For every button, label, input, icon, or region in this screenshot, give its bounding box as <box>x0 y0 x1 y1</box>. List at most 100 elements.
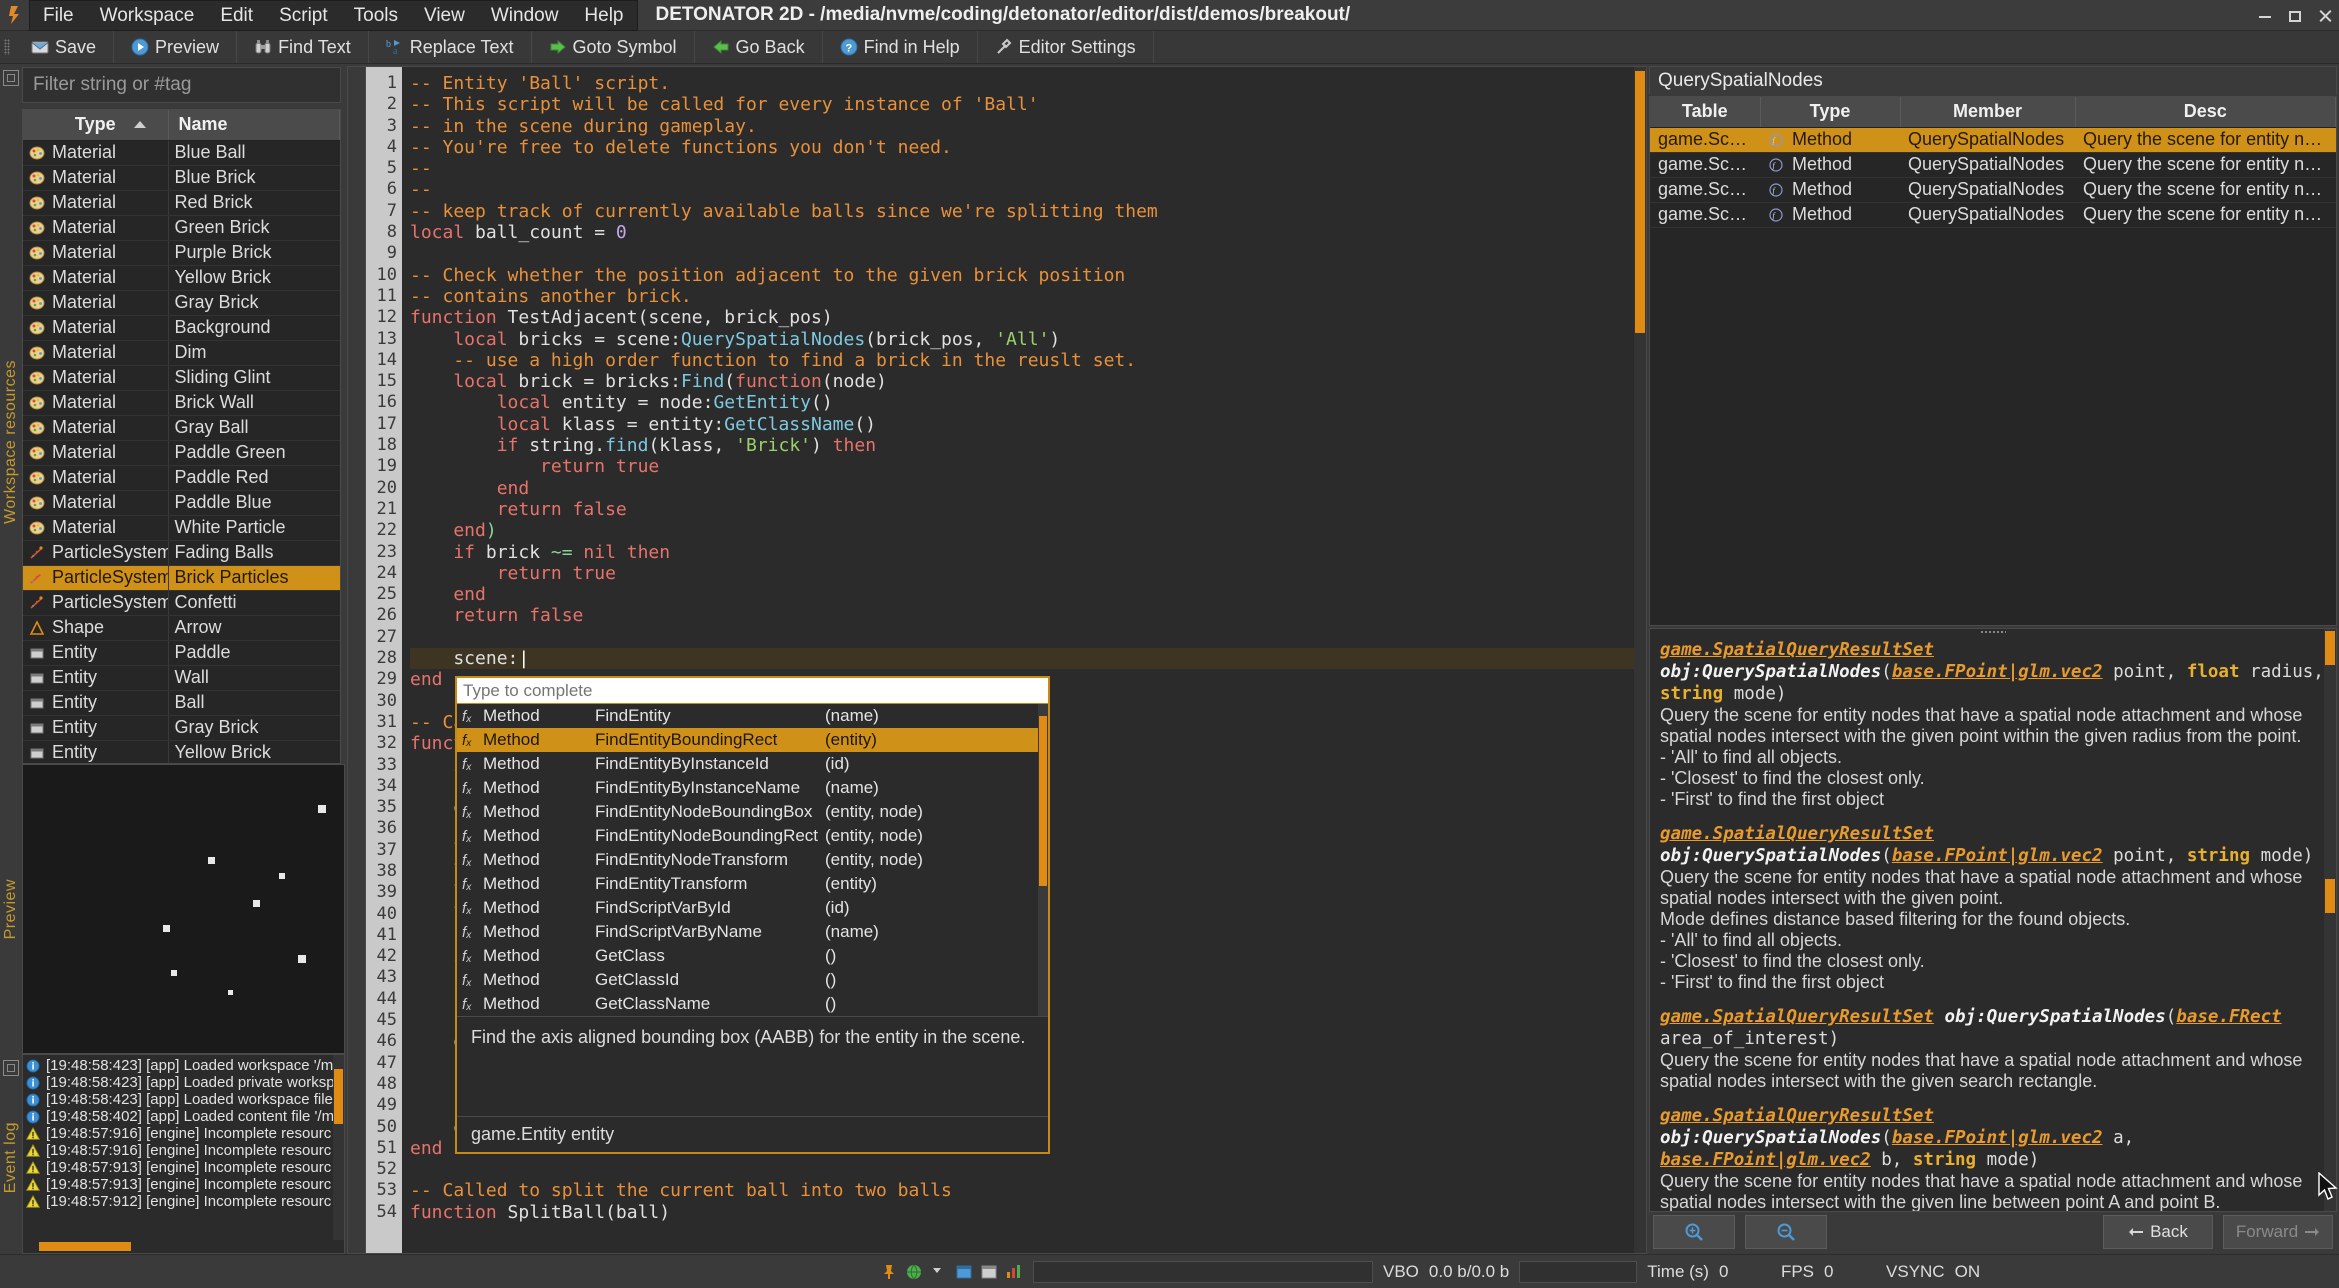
table-row[interactable]: MaterialBackground <box>23 315 340 340</box>
editor-settings-button[interactable]: Editor Settings <box>978 31 1154 63</box>
autocomplete-item[interactable]: fₓMethodFindEntityNodeBoundingBox(entity… <box>457 800 1048 824</box>
autocomplete-list[interactable]: fₓMethodFindEntity(name)fₓMethodFindEnti… <box>457 704 1048 1016</box>
autocomplete-input-box[interactable] <box>457 678 1048 704</box>
menu-file[interactable]: File <box>30 1 87 30</box>
save-button[interactable]: Save <box>14 31 114 63</box>
table-row[interactable]: MaterialBlue Ball <box>23 140 340 165</box>
autocomplete-item[interactable]: fₓMethodFindEntityByInstanceName(name) <box>457 776 1048 800</box>
autocomplete-scrollbar[interactable] <box>1038 704 1048 1016</box>
list-item[interactable]: [19:48:57:913] [engine] Incomplete resou… <box>23 1159 344 1176</box>
filter-input[interactable] <box>33 74 330 96</box>
documentation-vertical-scrollbar[interactable] <box>2324 629 2336 1211</box>
preview-button[interactable]: Preview <box>114 31 237 63</box>
table-row[interactable]: ShapeArrow <box>23 615 340 640</box>
table-row[interactable]: MaterialPaddle Red <box>23 465 340 490</box>
menu-workspace[interactable]: Workspace <box>87 1 208 30</box>
list-item[interactable]: [19:48:58:423] [app] Loaded workspace '/… <box>23 1057 344 1074</box>
goto-symbol-button[interactable]: Goto Symbol <box>532 31 695 63</box>
menu-script[interactable]: Script <box>266 1 341 30</box>
autocomplete-item[interactable]: fₓMethodFindScriptVarByName(name) <box>457 920 1048 944</box>
dock-log-icon[interactable] <box>3 1060 19 1076</box>
globe-icon[interactable] <box>905 1263 923 1281</box>
table-row[interactable]: EntityPaddle <box>23 640 340 665</box>
autocomplete-popup[interactable]: fₓMethodFindEntity(name)fₓMethodFindEnti… <box>455 676 1050 1154</box>
table-row[interactable]: MaterialSliding Glint <box>23 365 340 390</box>
table-row[interactable]: MaterialGray Ball <box>23 415 340 440</box>
table-row[interactable]: EntityBall <box>23 690 340 715</box>
replace-text-button[interactable]: b a Replace Text <box>369 31 532 63</box>
zoom-out-button[interactable] <box>1745 1215 1827 1249</box>
autocomplete-item[interactable]: fₓMethodFindScriptVarById(id) <box>457 896 1048 920</box>
panel-resize-handle[interactable] <box>1980 630 2006 635</box>
window-gray-icon[interactable] <box>980 1263 998 1281</box>
list-item[interactable]: [19:48:57:916] [engine] Incomplete resou… <box>23 1125 344 1142</box>
column-header-type[interactable]: Type <box>23 110 168 140</box>
go-back-button[interactable]: Go Back <box>695 31 823 63</box>
event-log-vertical-scrollbar[interactable] <box>333 1055 344 1240</box>
autocomplete-item[interactable]: fₓMethodFindEntityNodeTransform(entity, … <box>457 848 1048 872</box>
autocomplete-item[interactable]: fₓMethodFindEntityTransform(entity) <box>457 872 1048 896</box>
help-column-type[interactable]: Type <box>1760 97 1900 127</box>
list-item[interactable]: [19:48:57:916] [engine] Incomplete resou… <box>23 1142 344 1159</box>
table-row[interactable]: MaterialPaddle Green <box>23 440 340 465</box>
menu-help[interactable]: Help <box>571 1 636 30</box>
chart-icon[interactable] <box>1005 1263 1023 1281</box>
event-log-list[interactable]: [19:48:58:423] [app] Loaded workspace '/… <box>22 1054 345 1254</box>
menu-tools[interactable]: Tools <box>341 1 411 30</box>
preview-viewport[interactable] <box>22 764 345 1054</box>
back-button[interactable]: Back <box>2103 1215 2213 1249</box>
table-row[interactable]: EntityGray Brick <box>23 715 340 740</box>
table-row[interactable]: MaterialRed Brick <box>23 190 340 215</box>
editor-vertical-scrollbar[interactable] <box>1634 67 1646 1253</box>
autocomplete-item[interactable]: fₓMethodFindEntityByInstanceId(id) <box>457 752 1048 776</box>
find-in-help-button[interactable]: ? Find in Help <box>823 31 978 63</box>
autocomplete-item[interactable]: fₓMethodGetClassId() <box>457 968 1048 992</box>
table-row[interactable]: MaterialWhite Particle <box>23 515 340 540</box>
autocomplete-item[interactable]: fₓMethodFindEntityNodeBoundingRect(entit… <box>457 824 1048 848</box>
table-row[interactable]: ParticleSystemFading Balls <box>23 540 340 565</box>
autocomplete-item[interactable]: fₓMethodGetClass() <box>457 944 1048 968</box>
help-column-desc[interactable]: Desc <box>2075 97 2336 127</box>
chevron-down-icon[interactable] <box>930 1263 948 1281</box>
autocomplete-item[interactable]: fₓMethodFindEntityBoundingRect(entity) <box>457 728 1048 752</box>
table-row[interactable]: MaterialBlue Brick <box>23 165 340 190</box>
list-item[interactable]: [19:48:57:913] [engine] Incomplete resou… <box>23 1176 344 1193</box>
documentation-panel[interactable]: game.SpatialQueryResultSet obj:QuerySpat… <box>1649 628 2337 1212</box>
autocomplete-input[interactable] <box>463 681 1042 701</box>
table-row[interactable]: game.ScenefMethodQuerySpatialNodesQuery … <box>1650 202 2336 227</box>
table-row[interactable]: MaterialDim <box>23 340 340 365</box>
table-row[interactable]: game.ScenefMethodQuerySpatialNodesQuery … <box>1650 127 2336 152</box>
autocomplete-item[interactable]: fₓMethodGetClassName() <box>457 992 1048 1016</box>
menu-window[interactable]: Window <box>478 1 572 30</box>
help-column-table[interactable]: Table <box>1650 97 1760 127</box>
menu-edit[interactable]: Edit <box>207 1 266 30</box>
table-row[interactable]: MaterialPurple Brick <box>23 240 340 265</box>
table-row[interactable]: EntityWall <box>23 665 340 690</box>
minimize-button[interactable] <box>2257 8 2273 24</box>
table-row[interactable]: ParticleSystemConfetti <box>23 590 340 615</box>
menu-view[interactable]: View <box>411 1 478 30</box>
window-blue-icon[interactable] <box>955 1263 973 1281</box>
maximize-button[interactable] <box>2287 8 2303 24</box>
table-row[interactable]: MaterialGreen Brick <box>23 215 340 240</box>
table-row[interactable]: game.ScenefMethodQuerySpatialNodesQuery … <box>1650 152 2336 177</box>
table-row[interactable]: MaterialBrick Wall <box>23 390 340 415</box>
toolbar-drag-handle[interactable] <box>0 31 14 63</box>
forward-button[interactable]: Forward <box>2223 1215 2333 1249</box>
list-item[interactable]: [19:48:58:423] [app] Loaded private work… <box>23 1074 344 1091</box>
event-log-horizontal-scrollbar[interactable] <box>23 1240 344 1253</box>
table-row[interactable]: game.ScenefMethodQuerySpatialNodesQuery … <box>1650 177 2336 202</box>
table-row[interactable]: MaterialPaddle Blue <box>23 490 340 515</box>
table-row[interactable]: EntityYellow Brick <box>23 740 340 764</box>
find-text-button[interactable]: Find Text <box>237 31 369 63</box>
breakpoint-gutter[interactable] <box>348 67 366 1253</box>
list-item[interactable]: [19:48:58:423] [app] Loaded workspace fi… <box>23 1091 344 1108</box>
list-item[interactable]: [19:48:57:912] [engine] Incomplete resou… <box>23 1193 344 1210</box>
pin-icon[interactable] <box>880 1263 898 1281</box>
column-header-name[interactable]: Name <box>168 110 340 140</box>
table-row[interactable]: ParticleSystemBrick Particles <box>23 565 340 590</box>
list-item[interactable]: [19:48:58:402] [app] Loaded content file… <box>23 1108 344 1125</box>
help-column-member[interactable]: Member <box>1900 97 2075 127</box>
table-row[interactable]: MaterialYellow Brick <box>23 265 340 290</box>
zoom-in-button[interactable] <box>1653 1215 1735 1249</box>
